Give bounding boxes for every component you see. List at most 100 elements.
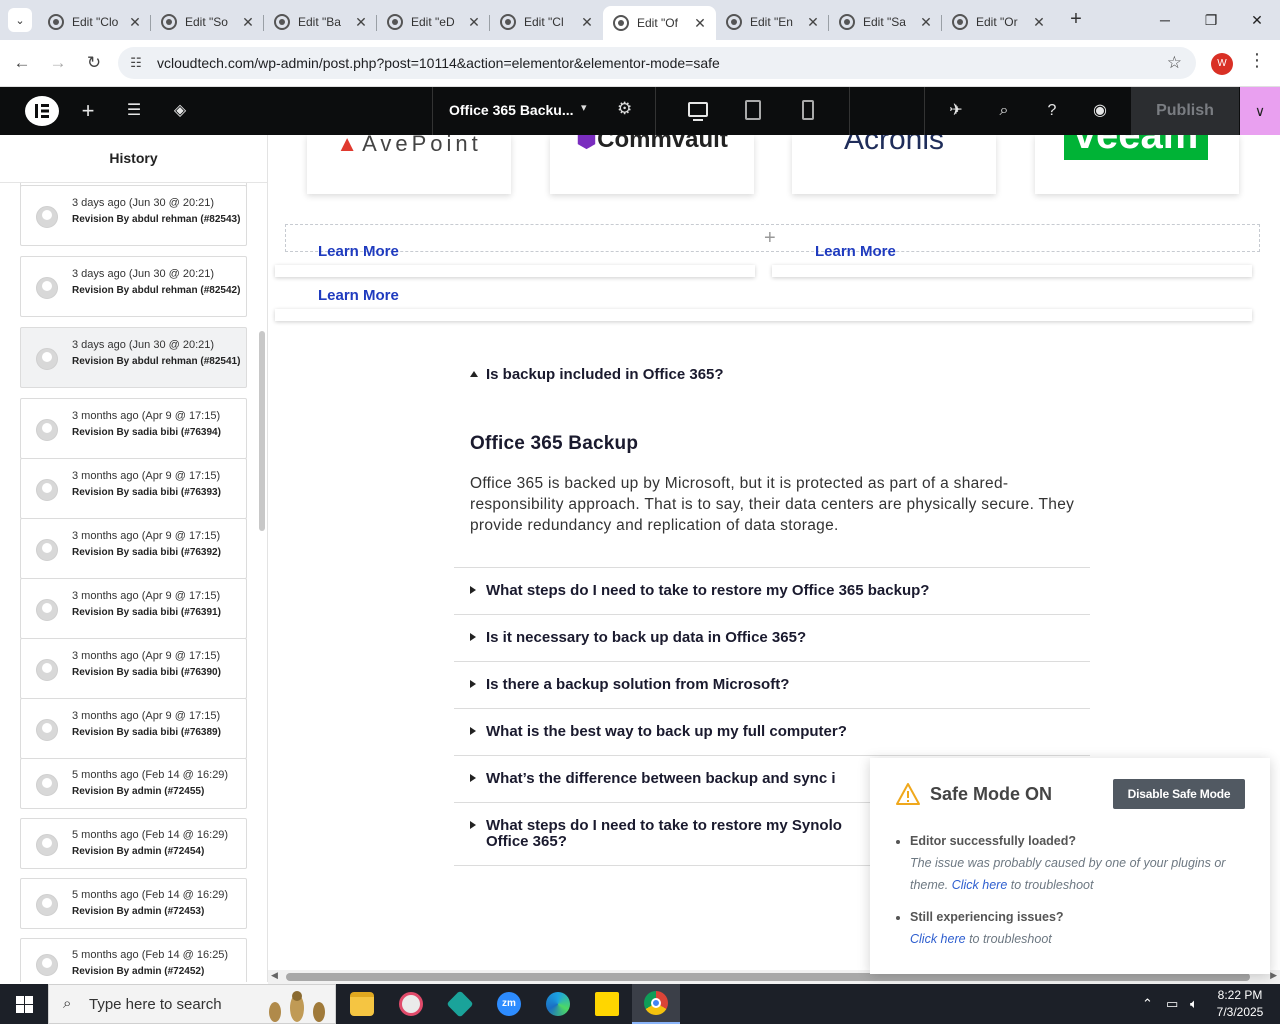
tray-overflow-icon[interactable]: ⌃ (1142, 984, 1153, 1024)
windows-start-icon[interactable] (0, 984, 48, 1024)
reload-button[interactable]: ↻ (81, 50, 107, 76)
revision-item[interactable]: 5 months ago (Feb 14 @ 16:29) Revision By… (20, 818, 247, 869)
revision-item[interactable]: 3 months ago (Apr 9 @ 17:15) Revision By … (20, 638, 247, 699)
chrome-browser-icon[interactable] (632, 984, 680, 1024)
new-tab-button[interactable]: + (1064, 8, 1088, 32)
revision-item[interactable]: 3 days ago (Jun 30 @ 20:21) Revision By a… (20, 327, 247, 388)
minimize-button[interactable]: ─ (1142, 0, 1188, 40)
browser-tab[interactable]: Edit "eD ✕ (377, 6, 490, 38)
profile-avatar[interactable]: W (1211, 53, 1233, 75)
browser-tab[interactable]: Edit "Cl ✕ (490, 6, 603, 38)
restore-button[interactable]: ❐ (1188, 0, 1234, 40)
paint-app-icon[interactable] (387, 984, 435, 1024)
browser-tab[interactable]: Edit "Or ✕ (942, 6, 1055, 38)
sticky-notes-icon[interactable] (583, 984, 631, 1024)
mobile-device-icon[interactable] (802, 100, 814, 120)
add-element-icon[interactable]: + (76, 99, 100, 123)
browser-tab[interactable]: Edit "Clo ✕ (38, 6, 151, 38)
faq-item[interactable]: What steps do I need to take to restore … (454, 567, 1090, 614)
scroll-right-icon[interactable]: ▶ (1270, 970, 1277, 981)
desktop-device-icon[interactable] (688, 102, 708, 121)
warning-icon (896, 783, 920, 805)
revision-item[interactable]: 3 months ago (Apr 9 @ 17:15) Revision By … (20, 458, 247, 519)
tab-search-button[interactable]: ⌄ (8, 8, 32, 32)
zoom-app-icon[interactable]: zm (485, 984, 533, 1024)
document-title[interactable]: Office 365 Backu... (449, 102, 574, 118)
close-tab-icon[interactable]: ✕ (466, 14, 482, 31)
troubleshoot-link[interactable]: Click here (952, 878, 1008, 892)
faq-item[interactable]: Is there a backup solution from Microsof… (454, 661, 1090, 708)
edge-browser-icon[interactable] (534, 984, 582, 1024)
browser-tab[interactable]: Edit "Ba ✕ (264, 6, 377, 38)
close-window-button[interactable]: ✕ (1234, 0, 1280, 40)
learn-more-link[interactable]: Learn More (318, 243, 399, 260)
revision-item[interactable]: 3 months ago (Apr 9 @ 17:15) Revision By … (20, 398, 247, 459)
browser-tab[interactable]: Edit "En ✕ (716, 6, 829, 38)
chevron-down-icon[interactable]: ▾ (581, 101, 587, 114)
site-info-icon[interactable]: ☷ (128, 55, 144, 71)
gear-icon[interactable]: ⚙ (617, 99, 632, 119)
revision-item[interactable]: 3 months ago (Apr 9 @ 17:15) Revision By … (20, 578, 247, 639)
scrollbar-thumb[interactable] (286, 973, 1250, 981)
close-tab-icon[interactable]: ✕ (240, 14, 256, 31)
history-panel: History 3 days ago (Jun 30 @ 20:21) Revis… (0, 135, 268, 982)
system-clock[interactable]: 8:22 PM 7/3/2025 (1208, 987, 1272, 1021)
structure-layers-icon[interactable]: ◈ (168, 99, 192, 123)
revision-item[interactable]: 5 months ago (Feb 14 @ 16:25) Revision By… (20, 938, 247, 982)
close-tab-icon[interactable]: ✕ (692, 15, 708, 32)
add-section-icon[interactable]: + (764, 227, 776, 250)
browser-tab-active[interactable]: Edit "Of ✕ (603, 6, 716, 40)
faq-question-open[interactable]: Is backup included in Office 365? (470, 366, 724, 383)
close-tab-icon[interactable]: ✕ (127, 14, 143, 31)
publish-button[interactable]: Publish (1131, 87, 1239, 135)
revision-date: 3 months ago (Apr 9 @ 17:15) (72, 530, 221, 542)
taskbar-search-box[interactable]: ⌕ Type here to search (48, 984, 336, 1024)
publish-options-chevron-icon[interactable]: ∨ (1240, 87, 1280, 135)
site-settings-sliders-icon[interactable]: ☰ (122, 99, 146, 123)
elementor-logo-icon[interactable] (25, 96, 59, 126)
browser-tab[interactable]: Edit "Sa ✕ (829, 6, 942, 38)
file-explorer-icon[interactable] (338, 984, 386, 1024)
card-footer-bar (275, 309, 1252, 321)
help-icon[interactable]: ? (1040, 99, 1064, 123)
network-icon[interactable]: ▭ (1166, 984, 1178, 1024)
search-icon[interactable]: ⌕ (992, 99, 1016, 123)
address-bar[interactable]: ☷ vcloudtech.com/wp-admin/post.php?post=… (118, 47, 1196, 79)
revision-item[interactable]: 3 days ago (Jun 30 @ 20:21) Revision By a… (20, 185, 247, 246)
learn-more-link[interactable]: Learn More (815, 243, 896, 260)
logo-card-commvault: ⬢Commvault (550, 135, 754, 194)
faq-answer-title: Office 365 Backup (470, 433, 639, 454)
revision-author: Revision By sadia bibi (#76389) (72, 727, 221, 738)
close-tab-icon[interactable]: ✕ (805, 14, 821, 31)
faq-item[interactable]: Is it necessary to back up data in Offic… (454, 614, 1090, 661)
close-tab-icon[interactable]: ✕ (579, 14, 595, 31)
url-text[interactable]: vcloudtech.com/wp-admin/post.php?post=10… (157, 55, 720, 71)
browser-tab[interactable]: Edit "So ✕ (151, 6, 264, 38)
volume-icon[interactable]: 🔈︎ (1190, 984, 1198, 1024)
close-tab-icon[interactable]: ✕ (918, 14, 934, 31)
bookmark-star-icon[interactable]: ☆ (1167, 53, 1182, 73)
disable-safe-mode-button[interactable]: Disable Safe Mode (1113, 779, 1245, 809)
panel-scrollbar[interactable] (259, 331, 265, 531)
revision-item[interactable]: 5 months ago (Feb 14 @ 16:29) Revision By… (20, 758, 247, 809)
app-diamond-icon[interactable] (436, 984, 484, 1024)
revision-item[interactable]: 3 months ago (Apr 9 @ 17:15) Revision By … (20, 698, 247, 759)
forward-button[interactable]: → (45, 50, 71, 76)
scroll-left-icon[interactable]: ◀ (271, 970, 278, 981)
troubleshoot-link[interactable]: Click here (910, 932, 966, 946)
faq-item[interactable]: What is the best way to back up my full … (454, 708, 1090, 755)
notifications-megaphone-icon[interactable]: ✈ (944, 99, 968, 123)
back-button[interactable]: ← (9, 50, 35, 76)
revision-item[interactable]: 5 months ago (Feb 14 @ 16:29) Revision By… (20, 878, 247, 929)
revision-item[interactable]: 3 days ago (Jun 30 @ 20:21) Revision By a… (20, 256, 247, 317)
search-highlight-meerkats-icon (269, 991, 325, 1022)
browser-menu-icon[interactable]: ⋮ (1248, 50, 1266, 71)
close-tab-icon[interactable]: ✕ (353, 14, 369, 31)
preview-eye-icon[interactable]: ◉ (1088, 99, 1112, 123)
revision-item[interactable]: 3 months ago (Apr 9 @ 17:15) Revision By … (20, 518, 247, 579)
learn-more-link[interactable]: Learn More (318, 287, 399, 304)
close-tab-icon[interactable]: ✕ (1031, 14, 1047, 31)
tablet-device-icon[interactable] (745, 100, 761, 120)
user-avatar-icon (36, 953, 58, 976)
document-settings: Office 365 Backu... ▾ ⚙ (432, 87, 656, 135)
